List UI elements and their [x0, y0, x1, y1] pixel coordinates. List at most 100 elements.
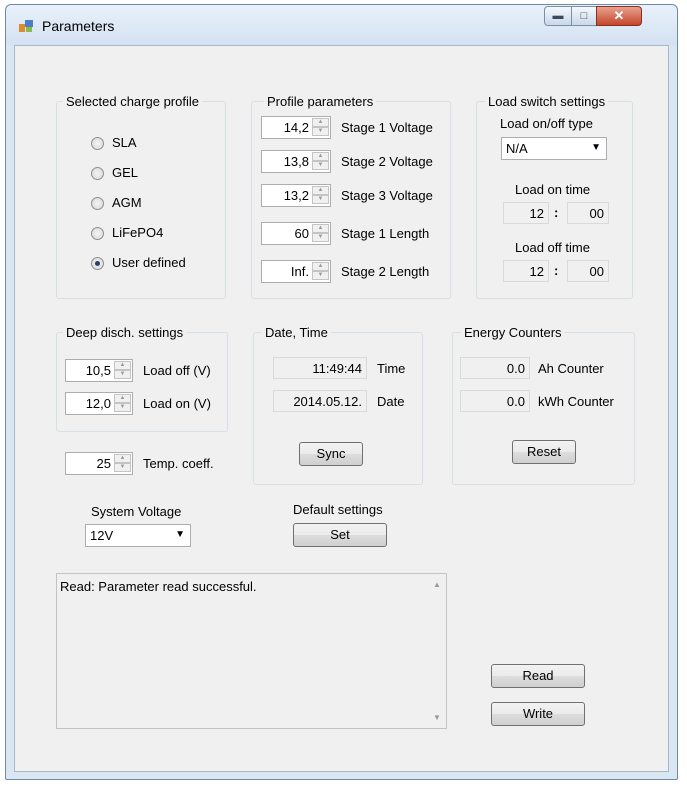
time-separator: : [554, 205, 559, 220]
load-on-min-field[interactable]: 00 [567, 202, 609, 224]
stage3-voltage-label: Stage 3 Voltage [341, 188, 433, 203]
load-on-voltage-stepper[interactable]: 12,0 ▲ ▼ [65, 392, 133, 415]
stage1-length-value: 60 [294, 226, 309, 241]
load-on-voltage-label: Load on (V) [143, 396, 211, 411]
load-type-value: N/A [506, 141, 528, 156]
radio-lifepo4-label: LiFePO4 [112, 225, 164, 240]
stage1-length-label: Stage 1 Length [341, 226, 430, 241]
spin-arrows-icon[interactable]: ▲ ▼ [114, 394, 131, 413]
load-off-hour-field[interactable]: 12 [503, 260, 549, 282]
load-off-voltage-value: 10,5 [85, 363, 111, 378]
stage1-length-stepper[interactable]: 60 ▲ ▼ [261, 222, 331, 245]
radio-lifepo4[interactable] [91, 227, 104, 240]
stage2-length-label: Stage 2 Length [341, 264, 430, 279]
deep-disch-group: Deep disch. settings [56, 325, 228, 432]
radio-user-defined-label: User defined [112, 255, 186, 270]
read-button[interactable]: Read [491, 664, 585, 688]
minimize-icon: ▬ [552, 10, 564, 22]
load-on-hour-field[interactable]: 12 [503, 202, 549, 224]
stage1-voltage-stepper[interactable]: 14,2 ▲ ▼ [261, 116, 331, 139]
load-off-min-field[interactable]: 00 [567, 260, 609, 282]
load-off-voltage-label: Load off (V) [143, 363, 211, 378]
date-field[interactable]: 2014.05.12. [273, 390, 367, 412]
window-title: Parameters [42, 18, 115, 34]
spin-arrows-icon[interactable]: ▲ ▼ [312, 186, 329, 205]
log-text: Read: Parameter read successful. [60, 579, 257, 594]
chevron-down-icon: ▼ [591, 142, 601, 153]
charge-profile-legend: Selected charge profile [63, 94, 202, 109]
temp-coeff-stepper[interactable]: 25 ▲ ▼ [65, 452, 133, 475]
stage1-voltage-label: Stage 1 Voltage [341, 120, 433, 135]
date-value: 2014.05.12. [293, 394, 362, 409]
radio-agm-label: AGM [112, 195, 142, 210]
maximize-icon: □ [580, 10, 588, 22]
load-off-hour-value: 12 [529, 264, 544, 279]
temp-coeff-value: 25 [96, 456, 111, 471]
spin-arrows-icon[interactable]: ▲ ▼ [312, 224, 329, 243]
system-voltage-label: System Voltage [91, 504, 182, 519]
energy-counters-legend: Energy Counters [461, 325, 565, 340]
time-separator: : [554, 263, 559, 278]
temp-coeff-label: Temp. coeff. [143, 456, 214, 471]
date-label: Date [377, 394, 405, 409]
log-scrollbar[interactable]: ▲ ▼ [429, 574, 446, 728]
system-voltage-value: 12V [90, 528, 114, 543]
spin-arrows-icon[interactable]: ▲ ▼ [312, 152, 329, 171]
time-label: Time [377, 361, 406, 376]
parameters-window: Parameters ▬ □ ✕ Selected charge profile… [5, 4, 678, 780]
spin-arrows-icon[interactable]: ▲ ▼ [114, 361, 131, 380]
stage2-length-stepper[interactable]: Inf. ▲ ▼ [261, 260, 331, 283]
kwh-counter-label: kWh Counter [538, 394, 614, 409]
radio-user-defined[interactable] [91, 257, 104, 270]
radio-gel[interactable] [91, 167, 104, 180]
stage2-voltage-stepper[interactable]: 13,8 ▲ ▼ [261, 150, 331, 173]
system-voltage-select[interactable]: 12V ▼ [85, 524, 191, 547]
app-icon [19, 20, 33, 32]
load-type-label: Load on/off type [500, 116, 594, 131]
scroll-down-icon[interactable]: ▼ [433, 713, 441, 722]
sync-button[interactable]: Sync [299, 442, 363, 466]
stage3-voltage-stepper[interactable]: 13,2 ▲ ▼ [261, 184, 331, 207]
kwh-counter-field[interactable]: 0.0 [460, 390, 530, 412]
load-on-hour-value: 12 [529, 206, 544, 221]
ah-counter-label: Ah Counter [538, 361, 604, 376]
deep-disch-legend: Deep disch. settings [63, 325, 187, 340]
spin-arrows-icon[interactable]: ▲ ▼ [312, 118, 329, 137]
spin-arrows-icon[interactable]: ▲ ▼ [312, 262, 329, 281]
write-button[interactable]: Write [491, 702, 585, 726]
load-on-time-label: Load on time [515, 182, 591, 197]
radio-sla-label: SLA [112, 135, 137, 150]
default-settings-label: Default settings [293, 502, 383, 517]
ah-counter-value: 0.0 [506, 361, 525, 376]
load-off-time-label: Load off time [515, 240, 590, 255]
maximize-button[interactable]: □ [571, 6, 597, 26]
load-off-voltage-stepper[interactable]: 10,5 ▲ ▼ [65, 359, 133, 382]
time-value: 11:49:44 [312, 361, 362, 376]
close-button[interactable]: ✕ [596, 6, 642, 26]
close-icon: ✕ [613, 8, 625, 23]
stage2-length-value: Inf. [290, 264, 309, 279]
scroll-up-icon[interactable]: ▲ [433, 580, 441, 589]
log-textarea[interactable]: Read: Parameter read successful. ▲ ▼ [56, 573, 447, 729]
date-time-legend: Date, Time [262, 325, 331, 340]
client-area: Selected charge profile SLA GEL AGM LiFe… [14, 45, 669, 772]
title-bar[interactable]: Parameters ▬ □ ✕ [6, 5, 677, 45]
stage1-voltage-value: 14,2 [283, 120, 309, 135]
chevron-down-icon: ▼ [175, 529, 185, 540]
reset-button[interactable]: Reset [512, 440, 576, 464]
radio-agm[interactable] [91, 197, 104, 210]
minimize-button[interactable]: ▬ [544, 6, 572, 26]
load-type-select[interactable]: N/A ▼ [501, 137, 607, 160]
stage2-voltage-value: 13,8 [283, 154, 309, 169]
spin-arrows-icon[interactable]: ▲ ▼ [114, 454, 131, 473]
ah-counter-field[interactable]: 0.0 [460, 357, 530, 379]
set-defaults-button[interactable]: Set [293, 523, 387, 547]
stage2-voltage-label: Stage 2 Voltage [341, 154, 433, 169]
load-on-min-value: 00 [589, 206, 604, 221]
load-switch-legend: Load switch settings [485, 94, 609, 109]
time-field[interactable]: 11:49:44 [273, 357, 367, 379]
radio-sla[interactable] [91, 137, 104, 150]
radio-gel-label: GEL [112, 165, 139, 180]
kwh-counter-value: 0.0 [506, 394, 525, 409]
load-on-voltage-value: 12,0 [85, 396, 111, 411]
